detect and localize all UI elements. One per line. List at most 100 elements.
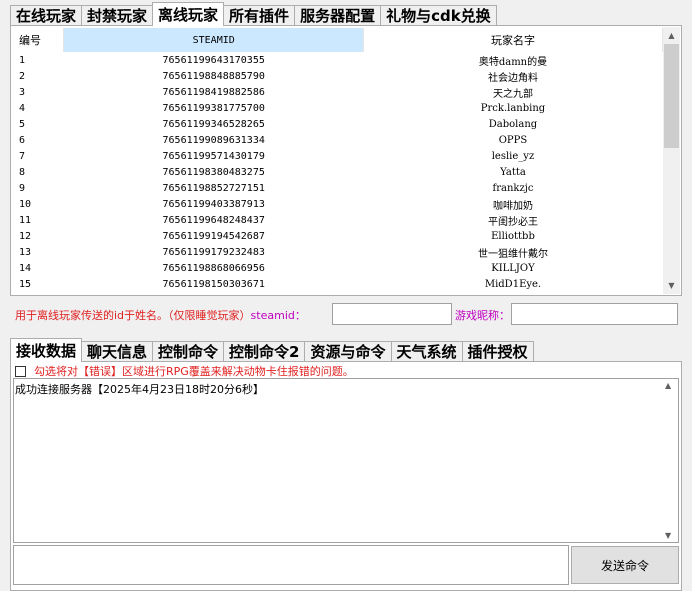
cell-player-name: 咖啡加奶 xyxy=(492,200,533,212)
cell-steamid: 76561198868066956 xyxy=(162,262,265,274)
scroll-down-arrow-icon[interactable]: ▼ xyxy=(663,277,680,294)
nickname-input[interactable] xyxy=(511,303,678,325)
table-row[interactable]: 1 76561199643170355 奥特damn的曼 xyxy=(13,52,663,68)
cell-number: 5 xyxy=(19,118,26,130)
table-header-row: 编号 STEAMID 玩家名字 xyxy=(13,28,663,52)
cell-player-name: Elliottbb xyxy=(491,230,535,242)
tab-chat-messages[interactable]: 聊天信息 xyxy=(81,341,154,362)
table-row[interactable]: 13 76561199179232483 世一狙维什戴尔 xyxy=(13,244,663,260)
cell-player-name: Dabolang xyxy=(488,118,538,130)
cell-number: 15 xyxy=(19,278,32,290)
scroll-up-arrow-icon[interactable]: ▲ xyxy=(663,27,680,44)
cell-player-name: 奥特damn的曼 xyxy=(478,56,548,68)
rpg-override-checkbox[interactable] xyxy=(15,365,26,377)
offline-players-panel: 编号 STEAMID 玩家名字 1 76561199643170355 奥特damn… xyxy=(10,25,682,296)
table-row[interactable]: 12 76561199194542687 Elliottbb xyxy=(13,228,663,244)
steamid-row: 用于离线玩家传送的id于姓名。（仅限睡觉玩家） steamid： xyxy=(15,304,306,326)
tab-offline-players[interactable]: 离线玩家 xyxy=(152,2,225,26)
cell-steamid: 76561199346528265 xyxy=(162,118,265,130)
tab-all-plugins[interactable]: 所有插件 xyxy=(223,5,296,26)
cell-steamid: 76561198774431222 xyxy=(64,292,364,293)
rpg-override-label: 勾选将对【错误】区域进行RPG覆盖来解决动物卡住报错的问题。 xyxy=(34,365,354,378)
table-row[interactable]: 9 76561198852727151 frankzjc xyxy=(13,180,663,196)
cell-player-name: Yatta xyxy=(500,166,526,178)
log-line: 成功连接服务器【2025年4月23日18时20分6秒】 xyxy=(15,383,264,396)
cell-steamid: 76561198380483275 xyxy=(162,166,265,178)
cell-player-name: leslie_yz xyxy=(491,150,535,162)
bottom-tab-bar: 接收数据 聊天信息 控制命令 控制命令2 资源与命令 天气系统 插件授权 xyxy=(10,338,534,362)
cell-steamid: 76561198852727151 xyxy=(162,182,265,194)
table-row[interactable]: 2 76561198848885790 社会边角料 xyxy=(13,68,663,84)
nickname-label: 游戏昵称： xyxy=(455,309,510,322)
table-row[interactable]: 4 76561199381775700 Prck.lanbing xyxy=(13,100,663,116)
column-header-number[interactable]: 编号 xyxy=(13,28,65,52)
column-header-steamid[interactable]: STEAMID xyxy=(63,28,364,52)
cell-player-name: 天之九部 xyxy=(492,88,533,100)
table-row[interactable]: 11 76561199648248437 平闺抄必王 xyxy=(13,212,663,228)
table-row[interactable]: 1676561198774431222一直好想你 xyxy=(13,292,663,293)
cell-steamid: 76561198150303671 xyxy=(162,278,265,290)
tab-gifts-cdk[interactable]: 礼物与cdk兑换 xyxy=(380,5,497,26)
tab-weather-system[interactable]: 天气系统 xyxy=(390,341,463,362)
cell-number: 9 xyxy=(19,182,26,194)
cell-number: 2 xyxy=(19,70,26,82)
cell-number: 11 xyxy=(19,214,32,226)
cell-number: 4 xyxy=(19,102,26,114)
cell-steamid: 76561198419882586 xyxy=(162,86,265,98)
cell-steamid: 76561198848885790 xyxy=(162,70,265,82)
tab-resources-commands[interactable]: 资源与命令 xyxy=(304,341,392,362)
table-row[interactable]: 8 76561198380483275 Yatta xyxy=(13,164,663,180)
top-tab-bar: 在线玩家 封禁玩家 离线玩家 所有插件 服务器配置 礼物与cdk兑换 xyxy=(10,2,497,26)
tab-control-commands[interactable]: 控制命令 xyxy=(152,341,225,362)
tab-server-config[interactable]: 服务器配置 xyxy=(294,5,382,26)
cell-steamid: 76561199403387913 xyxy=(162,198,265,210)
column-header-player-name[interactable]: 玩家名字 xyxy=(363,28,663,52)
cell-steamid: 76561199571430179 xyxy=(162,150,265,162)
rpg-override-option[interactable]: 勾选将对【错误】区域进行RPG覆盖来解决动物卡住报错的问题。 xyxy=(15,363,354,379)
table-row[interactable]: 15 76561198150303671 MidD1Eye. xyxy=(13,276,663,292)
table-row[interactable]: 14 76561198868066956 KILLJOY xyxy=(13,260,663,276)
table-scrollbar[interactable]: ▲ ▼ xyxy=(663,27,680,294)
cell-steamid: 76561199194542687 xyxy=(162,230,265,242)
table-row[interactable]: 7 76561199571430179 leslie_yz xyxy=(13,148,663,164)
table-row[interactable]: 3 76561198419882586 天之九部 xyxy=(13,84,663,100)
cell-steamid: 76561199179232483 xyxy=(162,246,265,258)
scroll-down-arrow-icon[interactable]: ▼ xyxy=(665,531,671,540)
table-row[interactable]: 6 76561199089631334 OPPS xyxy=(13,132,663,148)
tab-banned-players[interactable]: 封禁玩家 xyxy=(81,5,154,26)
command-input[interactable] xyxy=(13,545,569,585)
cell-player-name: frankzjc xyxy=(492,182,534,194)
tab-control-commands-2[interactable]: 控制命令2 xyxy=(223,341,306,362)
cell-player-name: 社会边角料 xyxy=(487,72,538,84)
scrollbar-thumb[interactable] xyxy=(664,44,679,148)
cell-number: 16 xyxy=(13,292,64,293)
tab-online-players[interactable]: 在线玩家 xyxy=(10,5,83,26)
steamid-input[interactable] xyxy=(332,303,452,325)
cell-number: 14 xyxy=(19,262,32,274)
offline-players-table[interactable]: 编号 STEAMID 玩家名字 1 76561199643170355 奥特damn… xyxy=(13,28,663,293)
cell-player-name: 平闺抄必王 xyxy=(487,216,538,228)
table-row[interactable]: 5 76561199346528265 Dabolang xyxy=(13,116,663,132)
cell-player-name: MidD1Eye. xyxy=(484,278,542,290)
log-output[interactable]: 成功连接服务器【2025年4月23日18时20分6秒】 ▲ ▼ xyxy=(13,378,679,543)
cell-player-name: Prck.lanbing xyxy=(480,102,546,114)
scroll-up-arrow-icon[interactable]: ▲ xyxy=(665,381,671,390)
steamid-hint: 用于离线玩家传送的id于姓名。（仅限睡觉玩家） xyxy=(15,309,251,322)
table-row[interactable]: 10 76561199403387913 咖啡加奶 xyxy=(13,196,663,212)
cell-number: 8 xyxy=(19,166,26,178)
send-command-button[interactable]: 发送命令 xyxy=(571,546,679,584)
cell-number: 6 xyxy=(19,134,26,146)
cell-steamid: 76561199643170355 xyxy=(162,54,265,66)
cell-number: 10 xyxy=(19,198,32,210)
tab-receive-data[interactable]: 接收数据 xyxy=(10,338,83,362)
cell-player-name: 世一狙维什戴尔 xyxy=(477,248,548,260)
steamid-label: steamid： xyxy=(250,309,306,322)
cell-steamid: 76561199648248437 xyxy=(162,214,265,226)
log-scrollbar[interactable]: ▲ ▼ xyxy=(662,379,678,542)
cell-steamid: 76561199381775700 xyxy=(162,102,265,114)
tab-plugin-license[interactable]: 插件授权 xyxy=(461,341,534,362)
cell-number: 13 xyxy=(19,246,32,258)
cell-number: 12 xyxy=(19,230,32,242)
cell-number: 7 xyxy=(19,150,26,162)
cell-player-name: 一直好想你 xyxy=(363,292,662,293)
